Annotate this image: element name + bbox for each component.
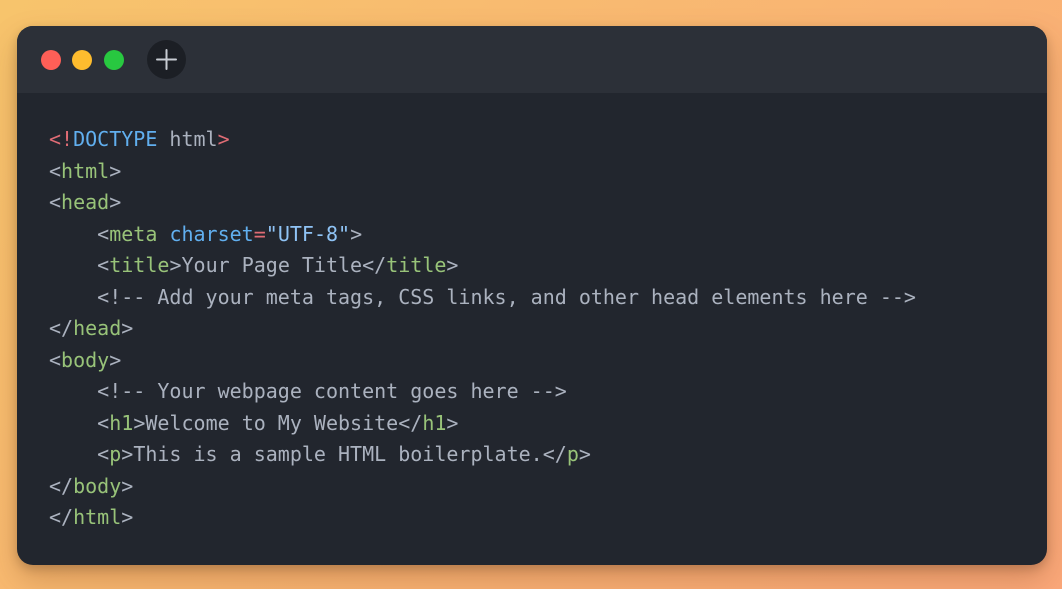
- minimize-icon[interactable]: [72, 50, 92, 70]
- window-titlebar: [17, 26, 1047, 93]
- close-icon[interactable]: [41, 50, 61, 70]
- code-line-h1: <h1>Welcome to My Website</h1>: [97, 410, 459, 435]
- code-line-head-comment: <!-- Add your meta tags, CSS links, and …: [97, 284, 916, 309]
- code-line-title: <title>Your Page Title</title>: [97, 253, 459, 277]
- code-line-doctype: <!DOCTYPE html>: [49, 127, 230, 151]
- code-line-html-open: <html>: [49, 158, 122, 183]
- code-line-body-close: </body>: [49, 473, 134, 498]
- code-line-meta: <meta charset="UTF-8">: [97, 221, 363, 246]
- code-line-body-open: <body>: [49, 347, 122, 372]
- code-block: <!DOCTYPE html> <html> <head> <meta charse…: [49, 124, 916, 534]
- add-tab-button[interactable]: [147, 40, 186, 79]
- code-line-head-open: <head>: [49, 190, 122, 214]
- code-line-body-comment: <!-- Your webpage content goes here -->: [97, 379, 567, 403]
- code-line-head-close: </head>: [49, 316, 134, 340]
- code-window: <!DOCTYPE html> <html> <head> <meta charse…: [17, 26, 1047, 565]
- zoom-icon[interactable]: [104, 50, 124, 70]
- code-line-paragraph: <p>This is a sample HTML boilerplate.</p…: [97, 442, 591, 466]
- code-line-html-close: </html>: [49, 505, 134, 529]
- plus-icon: [156, 49, 177, 70]
